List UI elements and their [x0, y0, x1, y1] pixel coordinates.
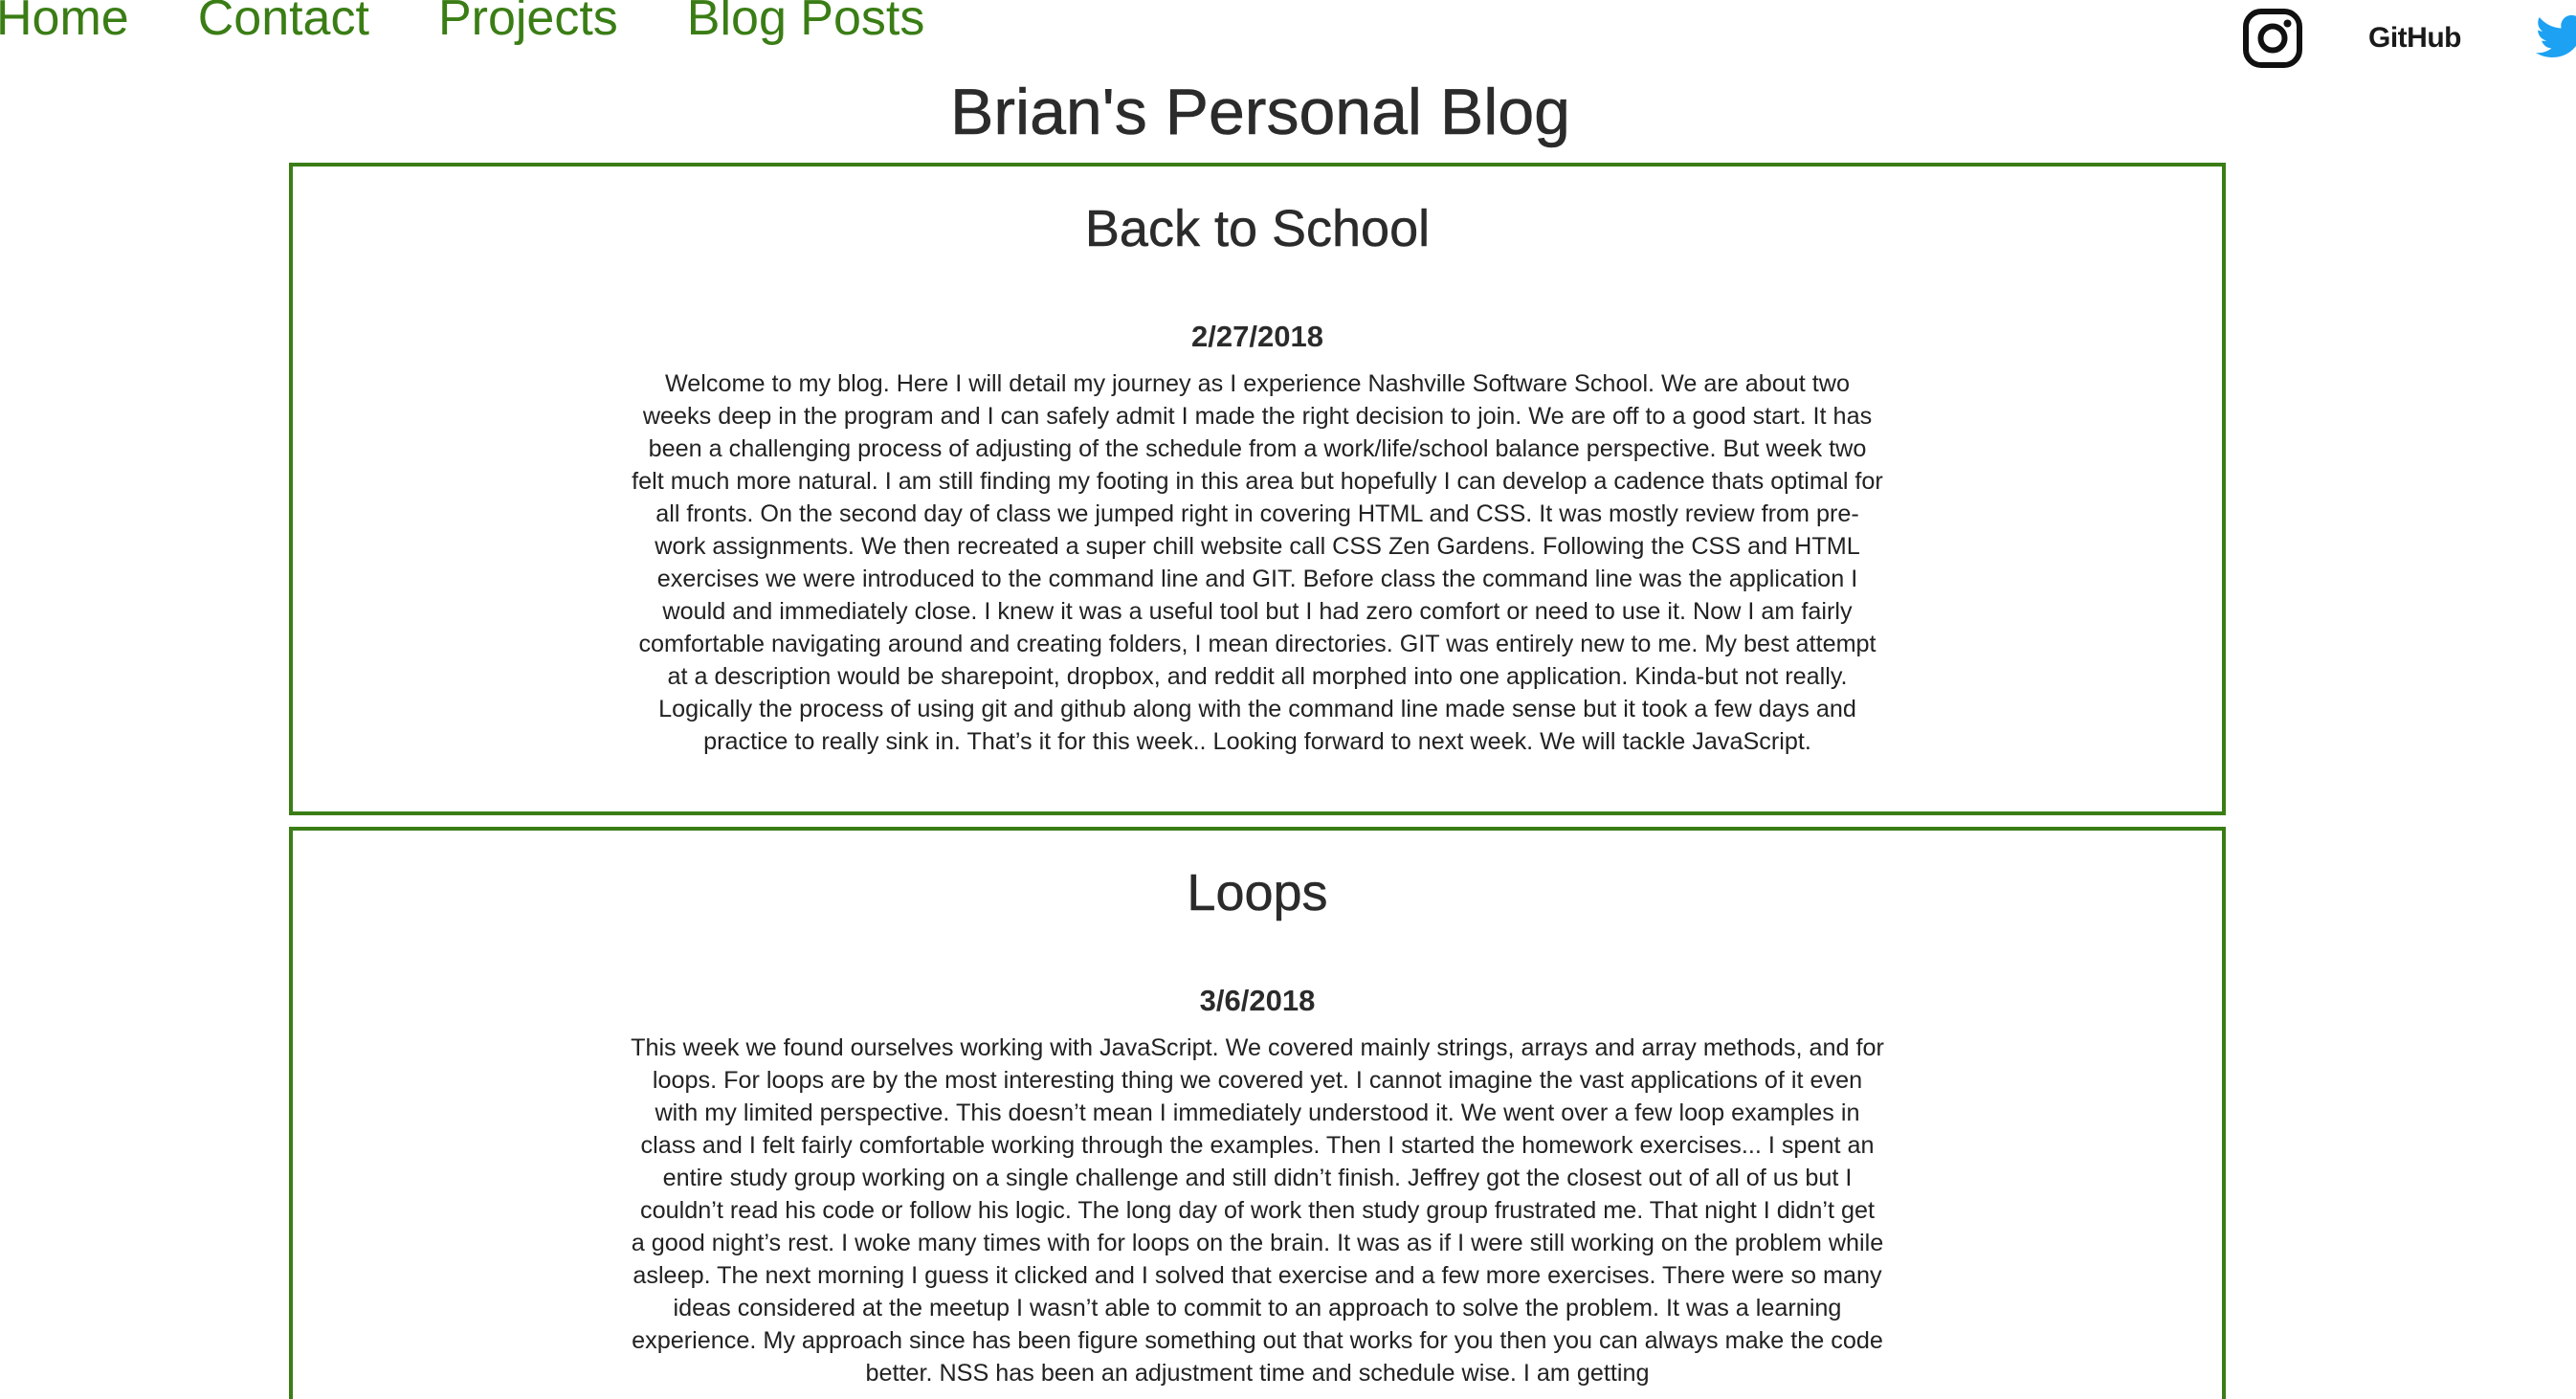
nav-projects-link[interactable]: Projects [438, 0, 618, 43]
post-body: Welcome to my blog. Here I will detail m… [632, 370, 1883, 755]
social-links: GitHub [2242, 8, 2576, 69]
main-nav: Home Contact Projects Blog Posts [0, 0, 993, 52]
twitter-icon[interactable] [2536, 14, 2576, 62]
blog-post: Back to School 2/27/2018 Welcome to my b… [289, 163, 2226, 815]
post-title: Back to School [1084, 200, 1431, 258]
post-date: 3/6/2018 [1199, 984, 1316, 1017]
page: Home Contact Projects Blog Posts GitHub … [0, 0, 2576, 1399]
post-body: This week we found ourselves working wit… [631, 1034, 1884, 1387]
nav-blog-posts-link[interactable]: Blog Posts [687, 0, 925, 43]
github-link[interactable]: GitHub [2368, 22, 2461, 55]
nav-contact-link[interactable]: Contact [198, 0, 369, 43]
post-date: 2/27/2018 [1191, 320, 1323, 353]
page-title: Brian's Personal Blog [950, 76, 1571, 149]
blog-post: Loops 3/6/2018 This week we found oursel… [289, 827, 2226, 1399]
nav-home-link[interactable]: Home [0, 0, 129, 43]
post-title: Loops [1187, 864, 1328, 922]
instagram-icon[interactable] [2242, 8, 2303, 69]
